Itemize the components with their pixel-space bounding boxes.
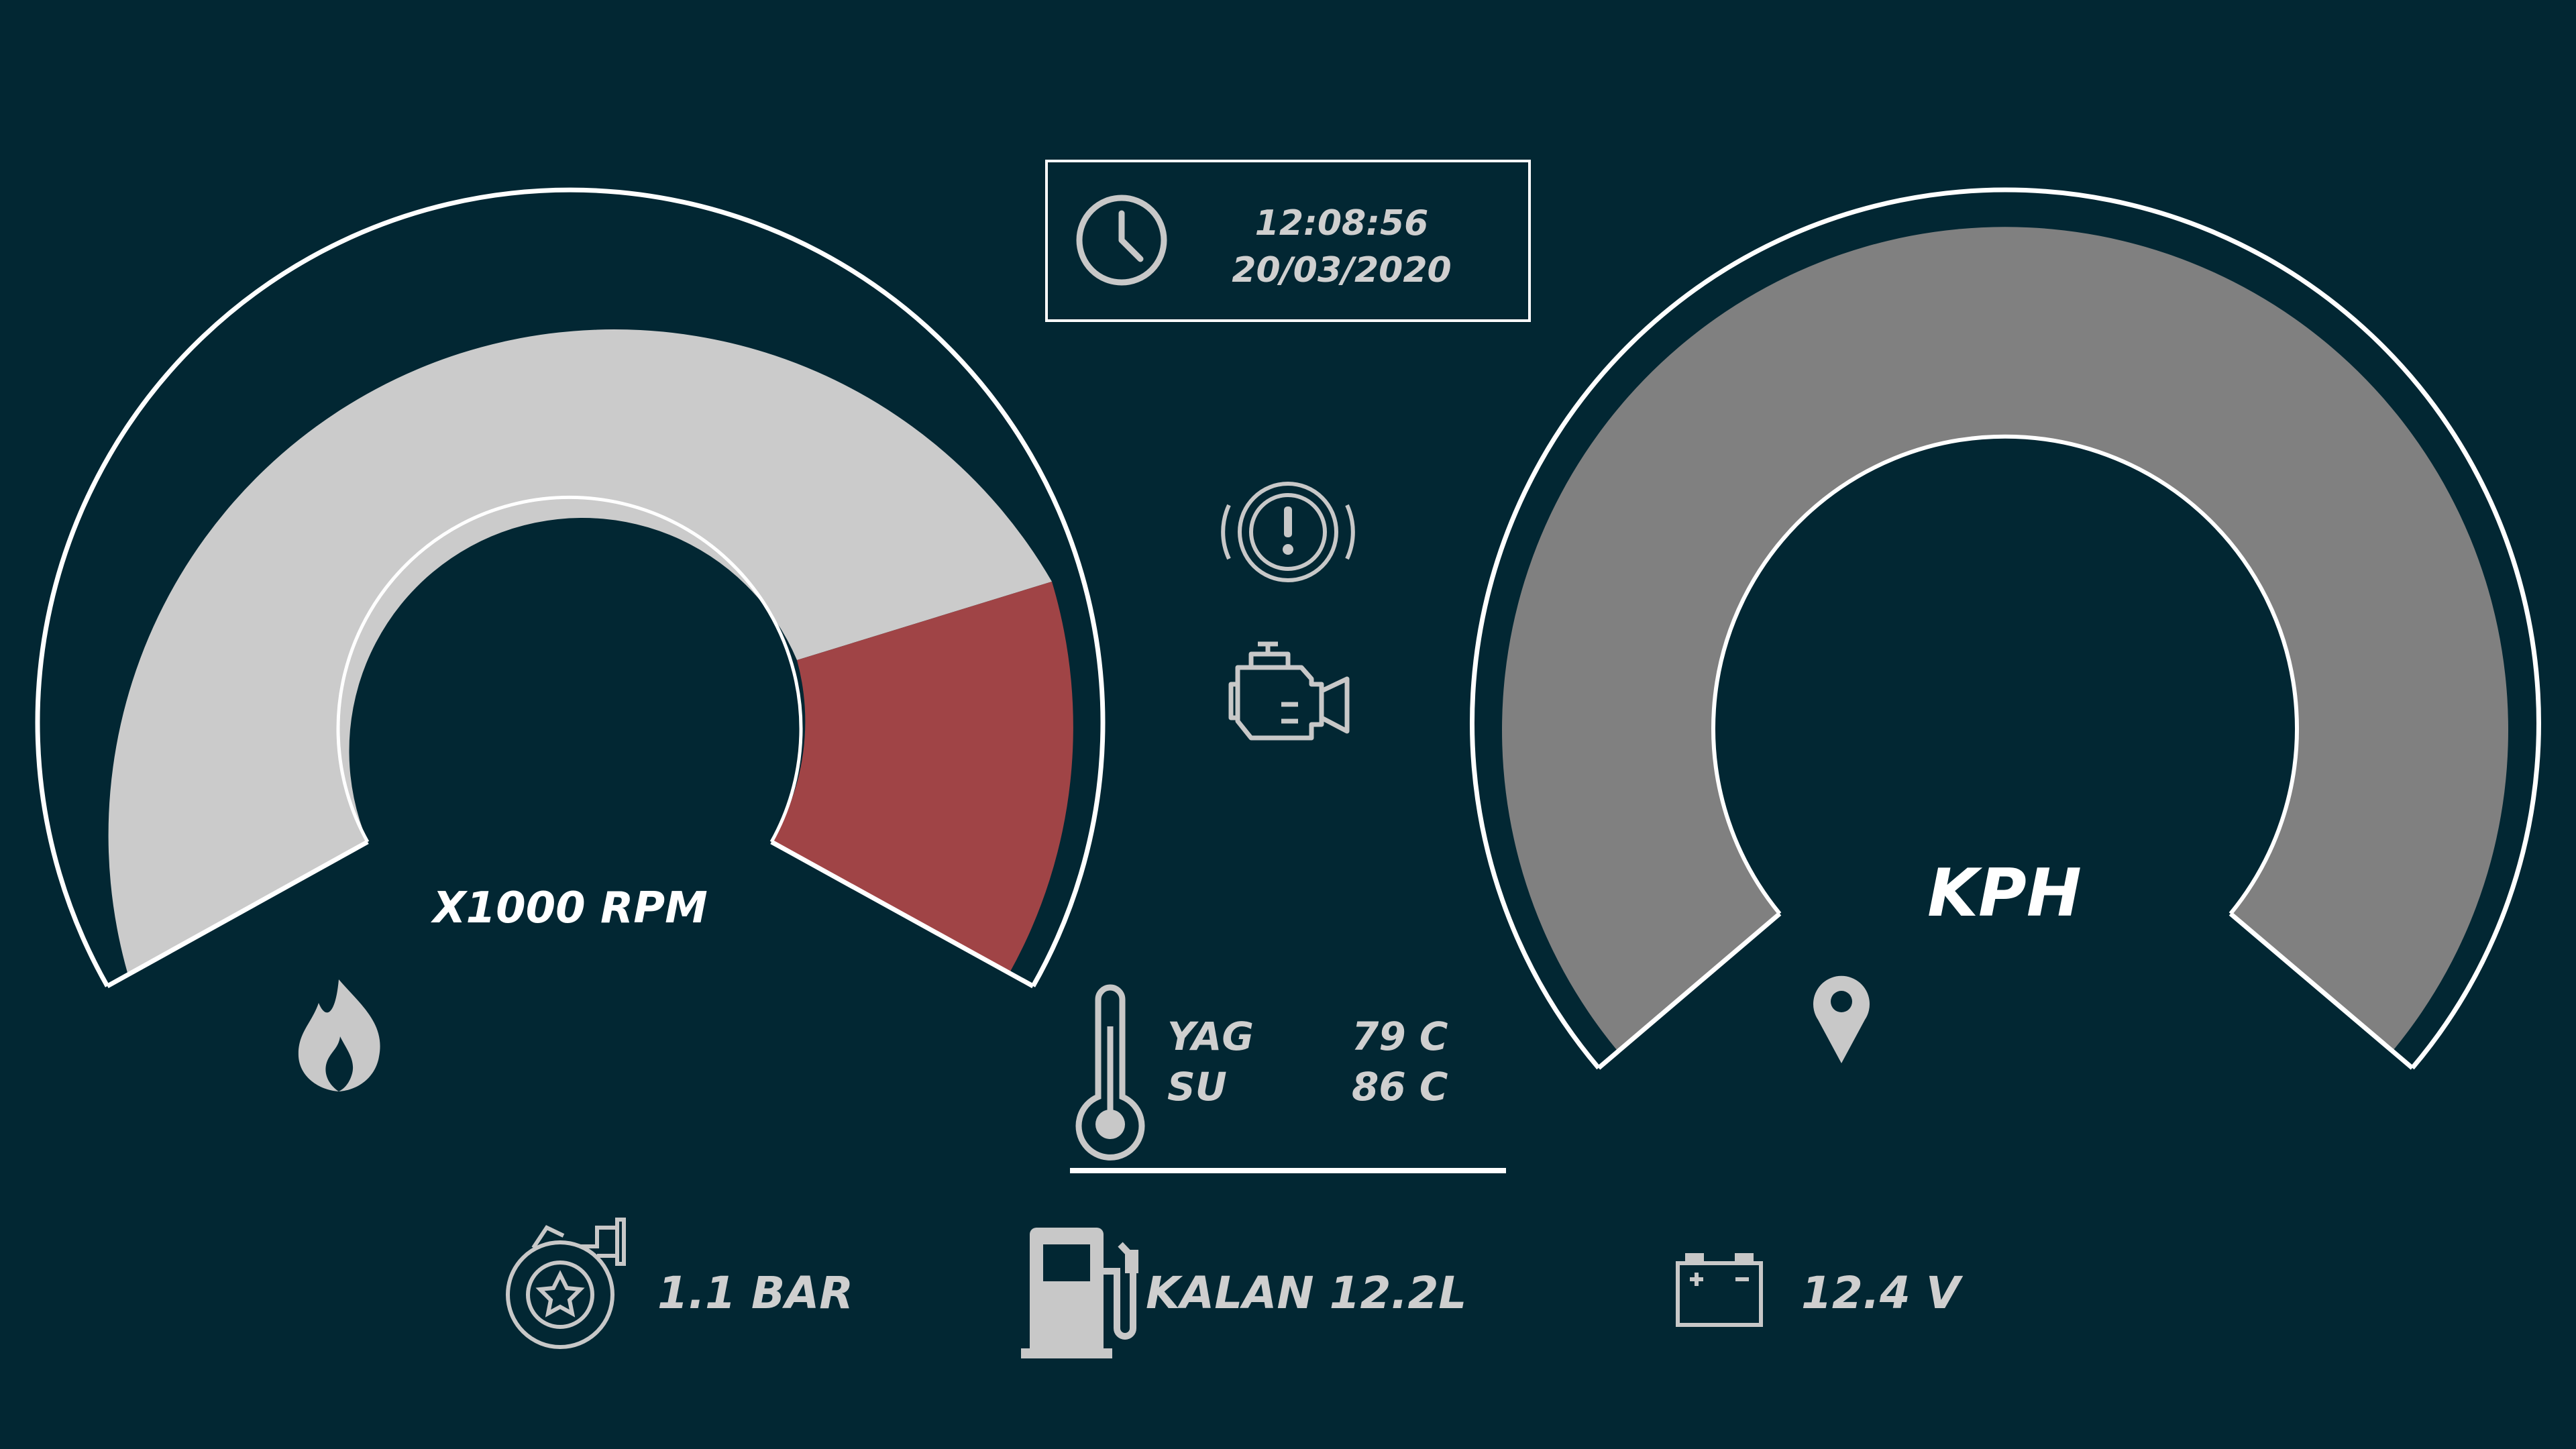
flame-icon <box>298 979 380 1091</box>
kph-unit-label: KPH <box>1927 855 2082 932</box>
water-temp-label: SU <box>1167 1064 1227 1110</box>
clock-panel: 12:08:56 20/03/2020 <box>1045 160 1531 322</box>
oil-temp-label: YAG <box>1167 1014 1254 1059</box>
location-pin-icon <box>1813 975 1870 1063</box>
clock-time: 12:08:56 <box>1255 203 1429 244</box>
fuel-pump-icon <box>1021 1228 1138 1358</box>
temperature-panel: YAG 79 C SU 86 C <box>1075 984 1448 1161</box>
thermometer-icon <box>1075 984 1145 1161</box>
turbo-icon <box>506 1218 626 1349</box>
brake-warning-icon <box>1221 482 1355 582</box>
battery-icon <box>1676 1253 1763 1327</box>
fuel-readout: KALAN 12.2L <box>1146 1267 1466 1319</box>
clock-icon <box>1076 195 1167 286</box>
rpm-unit-label: X1000 RPM <box>430 883 708 933</box>
clock-date: 20/03/2020 <box>1232 250 1451 290</box>
check-engine-icon <box>1228 641 1350 741</box>
dashboard: X1000 RPM KPH 12:08:56 20/03/2020 YAG 79… <box>35 160 2541 1358</box>
kph-gauge: KPH <box>1470 187 2541 1070</box>
battery-readout: 12.4 V <box>1801 1267 1964 1319</box>
boost-readout: 1.1 BAR <box>657 1267 853 1319</box>
water-temp-value: 86 C <box>1352 1064 1448 1110</box>
rpm-gauge: X1000 RPM <box>35 187 1106 1091</box>
oil-temp-value: 79 C <box>1352 1014 1448 1059</box>
